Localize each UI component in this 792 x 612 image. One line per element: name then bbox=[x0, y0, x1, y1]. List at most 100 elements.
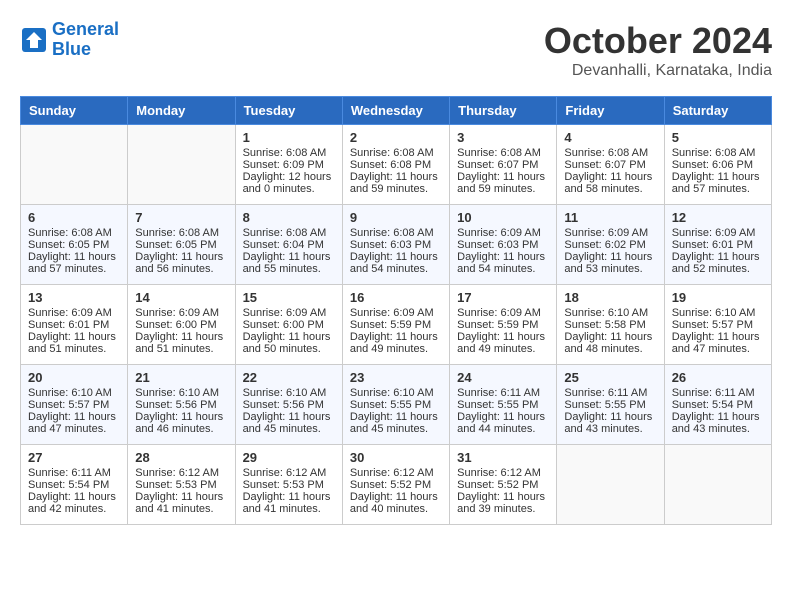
calendar-cell: 26Sunrise: 6:11 AMSunset: 5:54 PMDayligh… bbox=[664, 365, 771, 445]
calendar-cell bbox=[21, 125, 128, 205]
day-number: 11 bbox=[564, 210, 656, 225]
day-info: Sunrise: 6:11 AM bbox=[564, 387, 656, 399]
day-info: Daylight: 11 hours bbox=[457, 491, 549, 503]
day-number: 21 bbox=[135, 370, 227, 385]
day-info: and 45 minutes. bbox=[243, 423, 335, 435]
day-info: and 49 minutes. bbox=[350, 343, 442, 355]
day-info: and 53 minutes. bbox=[564, 263, 656, 275]
calendar-cell: 29Sunrise: 6:12 AMSunset: 5:53 PMDayligh… bbox=[235, 445, 342, 525]
day-info: Sunset: 6:00 PM bbox=[135, 319, 227, 331]
day-info: Sunrise: 6:11 AM bbox=[672, 387, 764, 399]
week-row: 13Sunrise: 6:09 AMSunset: 6:01 PMDayligh… bbox=[21, 285, 772, 365]
day-info: and 39 minutes. bbox=[457, 503, 549, 515]
day-info: Daylight: 11 hours bbox=[672, 411, 764, 423]
day-info: Daylight: 11 hours bbox=[350, 411, 442, 423]
day-info: and 49 minutes. bbox=[457, 343, 549, 355]
day-info: Sunrise: 6:09 AM bbox=[672, 227, 764, 239]
logo-icon bbox=[20, 26, 48, 54]
day-info: Daylight: 11 hours bbox=[350, 251, 442, 263]
day-info: Sunset: 6:04 PM bbox=[243, 239, 335, 251]
day-info: Sunset: 5:52 PM bbox=[457, 479, 549, 491]
day-info: and 58 minutes. bbox=[564, 183, 656, 195]
calendar-cell: 22Sunrise: 6:10 AMSunset: 5:56 PMDayligh… bbox=[235, 365, 342, 445]
day-info: Sunrise: 6:09 AM bbox=[243, 307, 335, 319]
day-info: Daylight: 12 hours bbox=[243, 171, 335, 183]
calendar-cell: 2Sunrise: 6:08 AMSunset: 6:08 PMDaylight… bbox=[342, 125, 449, 205]
day-info: and 52 minutes. bbox=[672, 263, 764, 275]
day-info: Sunrise: 6:10 AM bbox=[350, 387, 442, 399]
day-info: Sunset: 6:00 PM bbox=[243, 319, 335, 331]
day-info: Daylight: 11 hours bbox=[564, 171, 656, 183]
day-number: 3 bbox=[457, 130, 549, 145]
day-header-tuesday: Tuesday bbox=[235, 97, 342, 125]
logo: General Blue bbox=[20, 20, 119, 60]
day-info: Daylight: 11 hours bbox=[350, 331, 442, 343]
day-number: 30 bbox=[350, 450, 442, 465]
day-number: 14 bbox=[135, 290, 227, 305]
day-info: Daylight: 11 hours bbox=[135, 491, 227, 503]
day-number: 4 bbox=[564, 130, 656, 145]
day-info: Daylight: 11 hours bbox=[243, 491, 335, 503]
day-info: Sunrise: 6:08 AM bbox=[564, 147, 656, 159]
calendar-cell: 12Sunrise: 6:09 AMSunset: 6:01 PMDayligh… bbox=[664, 205, 771, 285]
day-info: Sunrise: 6:10 AM bbox=[243, 387, 335, 399]
day-info: Sunset: 5:56 PM bbox=[135, 399, 227, 411]
day-info: and 59 minutes. bbox=[350, 183, 442, 195]
day-info: Sunrise: 6:09 AM bbox=[457, 227, 549, 239]
day-info: Sunset: 5:56 PM bbox=[243, 399, 335, 411]
page-header: General Blue October 2024 Devanhalli, Ka… bbox=[20, 20, 772, 80]
day-info: Sunrise: 6:08 AM bbox=[243, 227, 335, 239]
day-info: Sunset: 5:59 PM bbox=[457, 319, 549, 331]
calendar-cell: 7Sunrise: 6:08 AMSunset: 6:05 PMDaylight… bbox=[128, 205, 235, 285]
day-number: 24 bbox=[457, 370, 549, 385]
day-header-wednesday: Wednesday bbox=[342, 97, 449, 125]
day-info: and 43 minutes. bbox=[672, 423, 764, 435]
day-header-sunday: Sunday bbox=[21, 97, 128, 125]
day-info: and 41 minutes. bbox=[243, 503, 335, 515]
week-row: 1Sunrise: 6:08 AMSunset: 6:09 PMDaylight… bbox=[21, 125, 772, 205]
day-info: Sunset: 5:54 PM bbox=[28, 479, 120, 491]
day-info: and 57 minutes. bbox=[28, 263, 120, 275]
day-info: and 54 minutes. bbox=[350, 263, 442, 275]
day-info: and 47 minutes. bbox=[28, 423, 120, 435]
day-info: Sunrise: 6:08 AM bbox=[243, 147, 335, 159]
day-info: Daylight: 11 hours bbox=[564, 331, 656, 343]
calendar-cell: 1 Sunrise: 6:08 AMSunset: 6:09 PMDaylight… bbox=[235, 125, 342, 205]
calendar-cell: 3Sunrise: 6:08 AMSunset: 6:07 PMDaylight… bbox=[450, 125, 557, 205]
day-info: Daylight: 11 hours bbox=[28, 491, 120, 503]
day-info: Sunrise: 6:10 AM bbox=[564, 307, 656, 319]
day-info: and 47 minutes. bbox=[672, 343, 764, 355]
day-info: and 55 minutes. bbox=[243, 263, 335, 275]
calendar-cell: 31 Sunrise: 6:12 AMSunset: 5:52 PMDayligh… bbox=[450, 445, 557, 525]
day-info: and 51 minutes. bbox=[135, 343, 227, 355]
calendar-cell bbox=[557, 445, 664, 525]
week-row: 20Sunrise: 6:10 AMSunset: 5:57 PMDayligh… bbox=[21, 365, 772, 445]
day-number: 1 bbox=[243, 130, 335, 145]
day-number: 9 bbox=[350, 210, 442, 225]
day-info: Sunset: 6:06 PM bbox=[672, 159, 764, 171]
day-info: Sunrise: 6:08 AM bbox=[135, 227, 227, 239]
day-info: Daylight: 11 hours bbox=[457, 331, 549, 343]
calendar-cell: 9Sunrise: 6:08 AMSunset: 6:03 PMDaylight… bbox=[342, 205, 449, 285]
day-number: 23 bbox=[350, 370, 442, 385]
calendar-cell: 5Sunrise: 6:08 AMSunset: 6:06 PMDaylight… bbox=[664, 125, 771, 205]
calendar-table: SundayMondayTuesdayWednesdayThursdayFrid… bbox=[20, 96, 772, 525]
day-header-friday: Friday bbox=[557, 97, 664, 125]
day-number: 31 bbox=[457, 450, 549, 465]
day-info: Sunrise: 6:12 AM bbox=[457, 467, 549, 479]
day-info: Sunset: 5:58 PM bbox=[564, 319, 656, 331]
day-info: Sunrise: 6:11 AM bbox=[457, 387, 549, 399]
day-info: Sunset: 6:02 PM bbox=[564, 239, 656, 251]
day-info: Sunset: 6:09 PM bbox=[243, 159, 335, 171]
day-info: and 44 minutes. bbox=[457, 423, 549, 435]
calendar-cell: 14Sunrise: 6:09 AMSunset: 6:00 PMDayligh… bbox=[128, 285, 235, 365]
day-info: Sunrise: 6:08 AM bbox=[28, 227, 120, 239]
day-info: Sunset: 5:55 PM bbox=[564, 399, 656, 411]
calendar-cell: 27Sunrise: 6:11 AMSunset: 5:54 PMDayligh… bbox=[21, 445, 128, 525]
day-number: 18 bbox=[564, 290, 656, 305]
calendar-cell: 17Sunrise: 6:09 AMSunset: 5:59 PMDayligh… bbox=[450, 285, 557, 365]
calendar-cell: 18 Sunrise: 6:10 AMSunset: 5:58 PMDayligh… bbox=[557, 285, 664, 365]
day-info: Sunset: 5:55 PM bbox=[350, 399, 442, 411]
day-info: Sunset: 6:07 PM bbox=[564, 159, 656, 171]
title-area: October 2024 Devanhalli, Karnataka, Indi… bbox=[544, 20, 772, 80]
